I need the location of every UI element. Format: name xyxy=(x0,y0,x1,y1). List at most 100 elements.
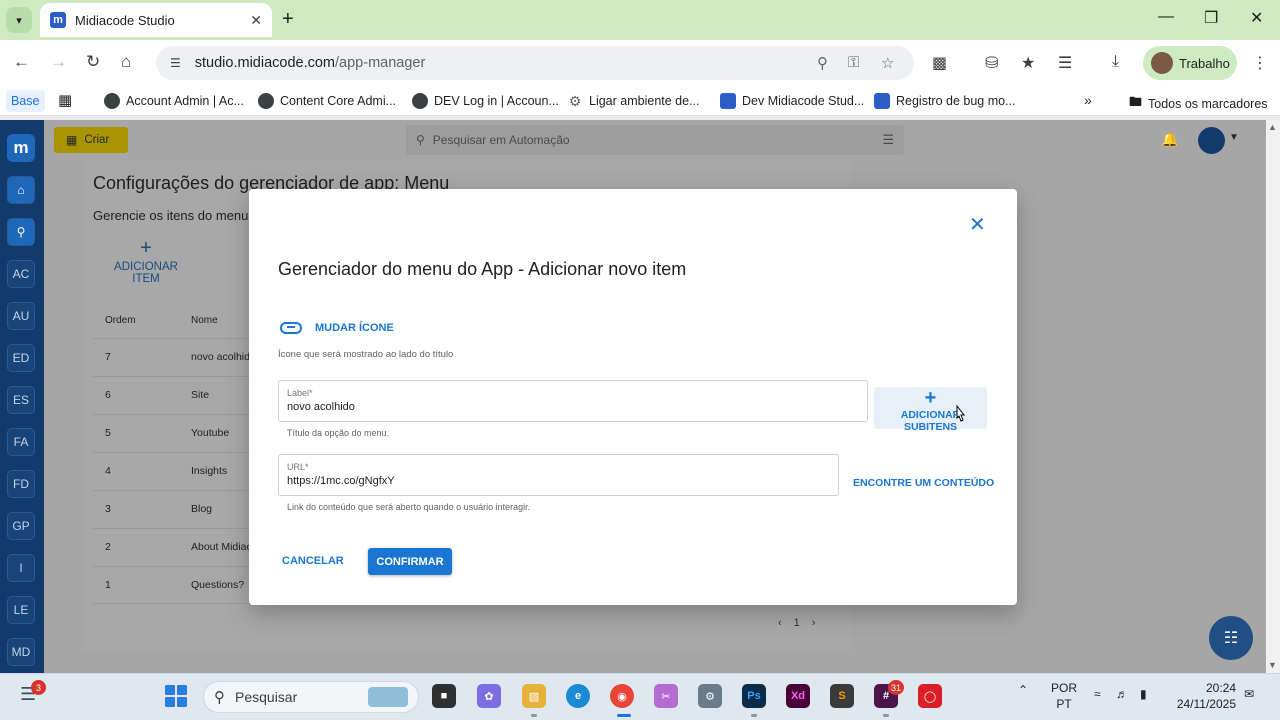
chat-button[interactable]: ☷ xyxy=(1209,616,1253,660)
apps-grid-icon[interactable]: ▦ xyxy=(58,91,72,109)
notification-badge: 3 xyxy=(31,680,46,695)
close-icon[interactable]: ✕ xyxy=(969,215,986,235)
more-bookmarks-icon[interactable]: » xyxy=(1084,92,1092,108)
favorites-icon[interactable]: ★ xyxy=(1021,53,1035,73)
forward-icon[interactable]: → xyxy=(50,52,67,72)
copilot-icon[interactable]: ✿ xyxy=(477,684,501,708)
minimize-icon[interactable]: — xyxy=(1158,8,1174,26)
profile-button[interactable]: Trabalho xyxy=(1143,46,1237,80)
back-icon[interactable]: ← xyxy=(13,52,30,72)
zoom-icon[interactable]: ⚲ xyxy=(817,54,828,72)
create-button[interactable]: ▦ Criar xyxy=(54,127,128,153)
sidebar-item-le[interactable]: LE xyxy=(7,596,35,624)
task-view-icon[interactable]: ■ xyxy=(432,684,456,708)
midiacode-favicon-icon: m xyxy=(50,12,66,28)
address-bar[interactable]: ☰ studio.midiacode.com/app-manager ⚲ ⚿ ☆ xyxy=(156,46,914,80)
user-avatar[interactable] xyxy=(1198,127,1225,154)
notification-center-icon[interactable]: ✉ xyxy=(1244,687,1254,701)
page-scrollbar[interactable]: ▲ ▼ xyxy=(1266,120,1280,673)
adobe-xd-icon[interactable]: Xd xyxy=(786,684,810,708)
home-icon[interactable]: ⌂ xyxy=(7,176,35,204)
add-item-button[interactable]: + ADICIONAR ITEM xyxy=(104,238,188,285)
wifi-icon[interactable]: ≈ xyxy=(1094,687,1101,701)
sidebar-item-md[interactable]: MD xyxy=(7,638,35,666)
all-bookmarks[interactable]: 🖿 Todos os marcadores xyxy=(1129,93,1268,115)
bookmark-item[interactable]: Content Core Admi... xyxy=(258,93,396,109)
bookmark-item[interactable]: DEV Log in | Accoun... xyxy=(412,93,559,109)
site-info-icon[interactable]: ☰ xyxy=(170,56,181,70)
reload-icon[interactable]: ↻ xyxy=(86,52,100,72)
windows-start-icon[interactable] xyxy=(165,685,187,707)
label-field[interactable]: Label* novo acolhido xyxy=(278,380,868,422)
profile-name: Trabalho xyxy=(1179,55,1230,71)
restore-icon[interactable]: ❐ xyxy=(1204,8,1218,28)
sidebar-item-fa[interactable]: FA xyxy=(7,428,35,456)
prev-page-icon[interactable]: ‹ xyxy=(778,617,782,629)
bookmark-item[interactable]: ⚙ Ligar ambiente de... xyxy=(567,93,700,109)
change-icon-button[interactable]: MUDAR ÍCONE xyxy=(280,322,394,334)
cancel-button[interactable]: CANCELAR xyxy=(282,555,344,567)
midiacode-logo[interactable]: m xyxy=(7,134,35,162)
cast-icon[interactable]: ⛁ xyxy=(985,53,998,73)
confirm-button[interactable]: CONFIRMAR xyxy=(368,548,452,575)
sidebar-item-ac[interactable]: AC xyxy=(7,260,35,288)
scroll-up-icon[interactable]: ▲ xyxy=(1268,122,1277,132)
bookmark-base[interactable]: Base xyxy=(6,90,45,112)
photoshop-icon[interactable]: Ps xyxy=(742,684,766,708)
bookmark-star-icon[interactable]: ☆ xyxy=(881,54,894,72)
translate-icon[interactable]: ☰ xyxy=(1058,53,1072,73)
midiacode-icon xyxy=(720,93,736,109)
tab-search-dropdown[interactable]: ▾ xyxy=(6,7,32,33)
battery-icon[interactable]: ▮ xyxy=(1140,687,1147,701)
settings-gear-icon[interactable]: ⚙ xyxy=(698,684,722,708)
app-search-input[interactable]: ⚲ Pesquisar em Automação ☰ xyxy=(406,125,904,155)
browser-tab[interactable]: m Midiacode Studio ✕ xyxy=(40,3,272,37)
close-tab-icon[interactable]: ✕ xyxy=(250,12,262,29)
home-icon[interactable]: ⌂ xyxy=(121,52,131,72)
language-indicator[interactable]: POR PT xyxy=(1050,680,1078,712)
clock[interactable]: 20:24 24/11/2025 xyxy=(1170,680,1236,712)
find-content-button[interactable]: ENCONTRE UM CONTEÚDO xyxy=(853,477,994,489)
sidebar-item-au[interactable]: AU xyxy=(7,302,35,330)
snipping-tool-icon[interactable]: ✂ xyxy=(654,684,678,708)
bookmark-item[interactable]: Account Admin | Ac... xyxy=(104,93,244,109)
profile-avatar xyxy=(1151,52,1173,74)
password-key-icon[interactable]: ⚿ xyxy=(848,54,859,71)
next-page-icon[interactable]: › xyxy=(812,617,816,629)
scroll-down-icon[interactable]: ▼ xyxy=(1268,660,1277,670)
taskbar-search-placeholder: Pesquisar xyxy=(235,689,298,705)
add-subitems-button[interactable]: + ADICIONAR SUBITENS xyxy=(874,387,987,433)
url-field[interactable]: URL* https://1mc.co/gNgfxY xyxy=(278,454,839,496)
sidebar-item-fd[interactable]: FD xyxy=(7,470,35,498)
extensions-icon[interactable]: ▩ xyxy=(932,53,947,73)
sublime-text-icon[interactable]: S xyxy=(830,684,854,708)
file-explorer-icon[interactable]: ▧ xyxy=(522,684,546,708)
sidebar-item-gp[interactable]: GP xyxy=(7,512,35,540)
edge-icon[interactable]: e xyxy=(566,684,590,708)
row-order: 2 xyxy=(105,541,111,553)
sidebar-item-ed[interactable]: ED xyxy=(7,344,35,372)
filter-icon[interactable]: ☰ xyxy=(882,132,894,148)
volume-icon[interactable]: ♬ xyxy=(1116,687,1128,701)
bookmark-item[interactable]: Dev Midiacode Stud... xyxy=(720,93,864,109)
creative-cloud-icon[interactable]: ◯ xyxy=(918,684,942,708)
new-tab-icon[interactable]: + xyxy=(282,8,294,31)
bell-icon[interactable]: 🔔 xyxy=(1161,131,1178,148)
app-topbar: ▦ Criar ⚲ Pesquisar em Automação ☰ 🔔 ▼ xyxy=(44,120,1266,160)
chevron-down-icon[interactable]: ▼ xyxy=(1229,132,1239,143)
search-icon[interactable]: ⚲ xyxy=(7,218,35,246)
bookmark-item[interactable]: Registro de bug mo... xyxy=(874,93,1016,109)
tray-chevron-icon[interactable]: ⌃ xyxy=(1018,683,1028,697)
browser-menu-icon[interactable]: ⋮ xyxy=(1252,53,1268,73)
bookmarks-bar: Base ▦ Account Admin | Ac... Content Cor… xyxy=(0,86,1280,116)
download-icon[interactable]: ⤓ xyxy=(1112,53,1119,71)
window-close-icon[interactable]: ✕ xyxy=(1250,8,1263,28)
sidebar-item-i[interactable]: I xyxy=(7,554,35,582)
chrome-icon[interactable]: ◉ xyxy=(610,684,634,708)
sidebar-item-es[interactable]: ES xyxy=(7,386,35,414)
row-name: Insights xyxy=(191,465,228,477)
add-subitems-label: ADICIONAR SUBITENS xyxy=(900,409,961,433)
taskbar-search[interactable]: ⚲ Pesquisar xyxy=(203,681,419,713)
bookmark-label: Ligar ambiente de... xyxy=(589,94,700,108)
row-order: 4 xyxy=(105,465,111,477)
